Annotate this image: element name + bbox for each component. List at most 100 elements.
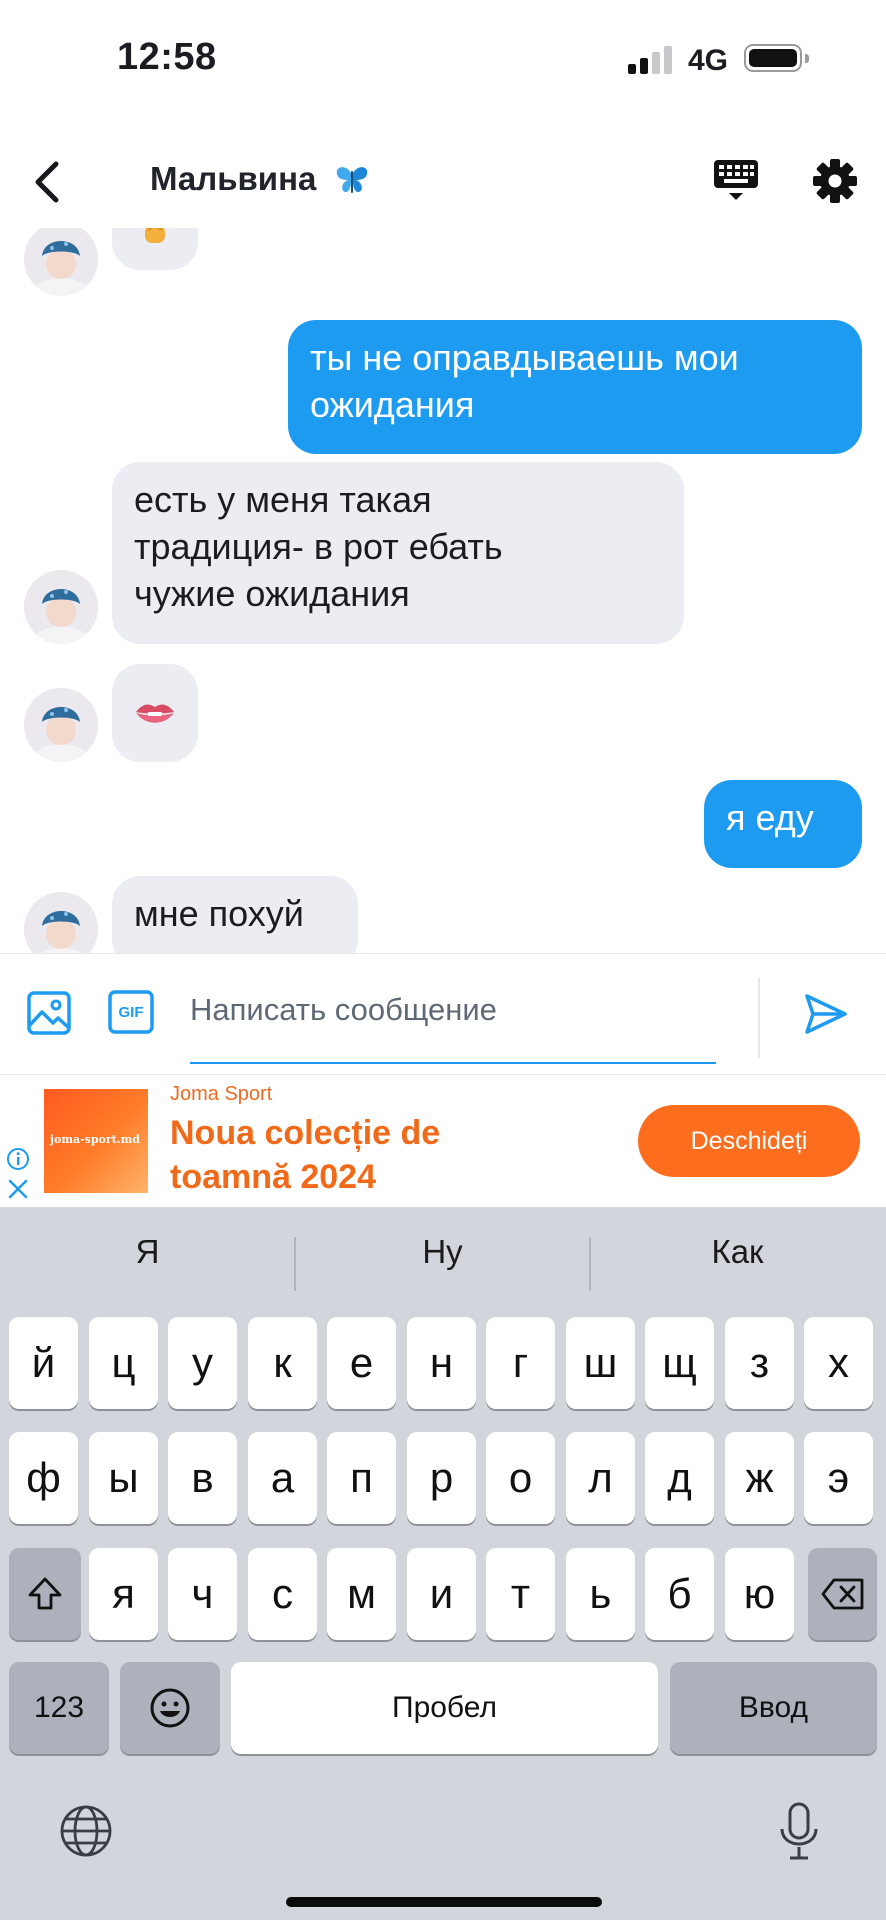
- key[interactable]: щ: [645, 1317, 714, 1409]
- key[interactable]: л: [566, 1432, 635, 1524]
- message-bubble-outgoing[interactable]: ты не оправдываешь мои ожидания: [288, 320, 862, 454]
- suggestion-item[interactable]: Я: [0, 1233, 295, 1271]
- message-bubble-incoming[interactable]: есть у меня такая традиция- в рот ебать …: [112, 462, 684, 644]
- key[interactable]: г: [486, 1317, 555, 1409]
- gif-button[interactable]: GIF: [108, 990, 154, 1034]
- key[interactable]: й: [9, 1317, 78, 1409]
- message-line: я еду: [726, 797, 814, 838]
- return-key[interactable]: Ввод: [670, 1662, 877, 1754]
- key[interactable]: ф: [9, 1432, 78, 1524]
- message-line: ты не оправдываешь мои: [310, 337, 739, 378]
- ad-image-text: joma-sport.md: [50, 1133, 140, 1146]
- message-bubble-incoming[interactable]: [112, 664, 198, 762]
- globe-icon: [60, 1805, 112, 1857]
- key[interactable]: ш: [566, 1317, 635, 1409]
- suggestion-bar: Я Ну Как: [0, 1207, 886, 1311]
- backspace-icon: [821, 1578, 863, 1610]
- message-bubble-outgoing[interactable]: я еду: [704, 780, 862, 868]
- ad-banner[interactable]: joma-sport.md Joma Sport Noua colecție d…: [0, 1074, 886, 1207]
- key[interactable]: и: [407, 1548, 476, 1640]
- send-button[interactable]: [802, 990, 850, 1038]
- key[interactable]: ж: [725, 1432, 794, 1524]
- key[interactable]: ю: [725, 1548, 794, 1640]
- contact-name: Мальвина: [150, 160, 317, 197]
- emoji-key[interactable]: [120, 1662, 220, 1754]
- space-key[interactable]: Пробел: [231, 1662, 658, 1754]
- dictation-button[interactable]: [776, 1801, 822, 1861]
- avatar[interactable]: [24, 688, 98, 762]
- message-line: есть у меня такая: [134, 479, 432, 520]
- ad-info-icon[interactable]: [6, 1147, 30, 1171]
- key[interactable]: н: [407, 1317, 476, 1409]
- biting-lip-emoji: [136, 704, 174, 723]
- key[interactable]: э: [804, 1432, 873, 1524]
- key[interactable]: с: [248, 1548, 317, 1640]
- ad-open-button[interactable]: Deschideți: [638, 1105, 860, 1177]
- home-indicator: [286, 1897, 602, 1907]
- gear-icon: [813, 159, 857, 203]
- key[interactable]: ы: [89, 1432, 158, 1524]
- key[interactable]: я: [89, 1548, 158, 1640]
- keyboard: Я Ну Как й ц у к е н г ш щ з х ф ы в а п…: [0, 1207, 886, 1920]
- key[interactable]: м: [327, 1548, 396, 1640]
- ad-image[interactable]: joma-sport.md: [44, 1089, 148, 1193]
- key[interactable]: е: [327, 1317, 396, 1409]
- battery-icon: [744, 44, 809, 72]
- message-composer: GIF: [0, 953, 886, 1074]
- key[interactable]: у: [168, 1317, 237, 1409]
- message-line: традиция- в рот ебать: [134, 526, 503, 567]
- status-time: 12:58: [117, 36, 217, 78]
- globe-button[interactable]: [58, 1803, 114, 1859]
- numbers-key[interactable]: 123: [9, 1662, 109, 1754]
- key[interactable]: ч: [168, 1548, 237, 1640]
- key[interactable]: п: [327, 1432, 396, 1524]
- message-line: чужие ожидания: [134, 573, 410, 614]
- message-line: ожидания: [310, 384, 475, 425]
- chat-title[interactable]: Мальвина: [150, 160, 370, 198]
- back-button[interactable]: [22, 152, 82, 212]
- chat-header: Мальвина: [0, 140, 886, 222]
- signal-strength-icon: [628, 46, 672, 74]
- attach-image-button[interactable]: [26, 990, 72, 1036]
- key[interactable]: а: [248, 1432, 317, 1524]
- backspace-key[interactable]: [808, 1548, 877, 1640]
- key[interactable]: р: [407, 1432, 476, 1524]
- key[interactable]: к: [248, 1317, 317, 1409]
- avatar[interactable]: [24, 892, 98, 953]
- ad-close-icon[interactable]: [6, 1177, 30, 1201]
- network-type: 4G: [688, 44, 729, 77]
- key[interactable]: т: [486, 1548, 555, 1640]
- keyboard-icon: [714, 160, 758, 200]
- input-underline: [190, 1062, 716, 1064]
- avatar[interactable]: [24, 228, 98, 296]
- message-input[interactable]: [190, 980, 716, 1040]
- ad-headline[interactable]: Noua colecție de toamnă 2024: [170, 1111, 500, 1199]
- message-bubble-incoming[interactable]: [112, 228, 198, 270]
- message-bubble-incoming[interactable]: мне похуй: [112, 876, 358, 953]
- key[interactable]: з: [725, 1317, 794, 1409]
- key[interactable]: б: [645, 1548, 714, 1640]
- send-icon: [805, 994, 847, 1034]
- keyboard-toggle-button[interactable]: [712, 156, 760, 204]
- microphone-icon: [780, 1802, 818, 1860]
- status-bar: 12:58 4G: [0, 0, 886, 120]
- key[interactable]: ь: [566, 1548, 635, 1640]
- suggestion-item[interactable]: Как: [590, 1233, 885, 1271]
- key[interactable]: в: [168, 1432, 237, 1524]
- message-list[interactable]: ты не оправдываешь мои ожидания есть у м…: [0, 228, 886, 953]
- middle-finger-emoji: [145, 228, 165, 243]
- avatar[interactable]: [24, 570, 98, 644]
- key[interactable]: х: [804, 1317, 873, 1409]
- key[interactable]: о: [486, 1432, 555, 1524]
- emoji-icon: [150, 1688, 190, 1728]
- shift-key[interactable]: [9, 1548, 81, 1640]
- butterfly-icon: [336, 167, 367, 194]
- gif-label: GIF: [118, 1003, 144, 1021]
- shift-icon: [28, 1577, 62, 1610]
- key[interactable]: ц: [89, 1317, 158, 1409]
- message-line: мне похуй: [134, 893, 304, 934]
- divider: [758, 978, 760, 1058]
- suggestion-item[interactable]: Ну: [295, 1233, 590, 1271]
- key[interactable]: д: [645, 1432, 714, 1524]
- settings-button[interactable]: [810, 156, 860, 206]
